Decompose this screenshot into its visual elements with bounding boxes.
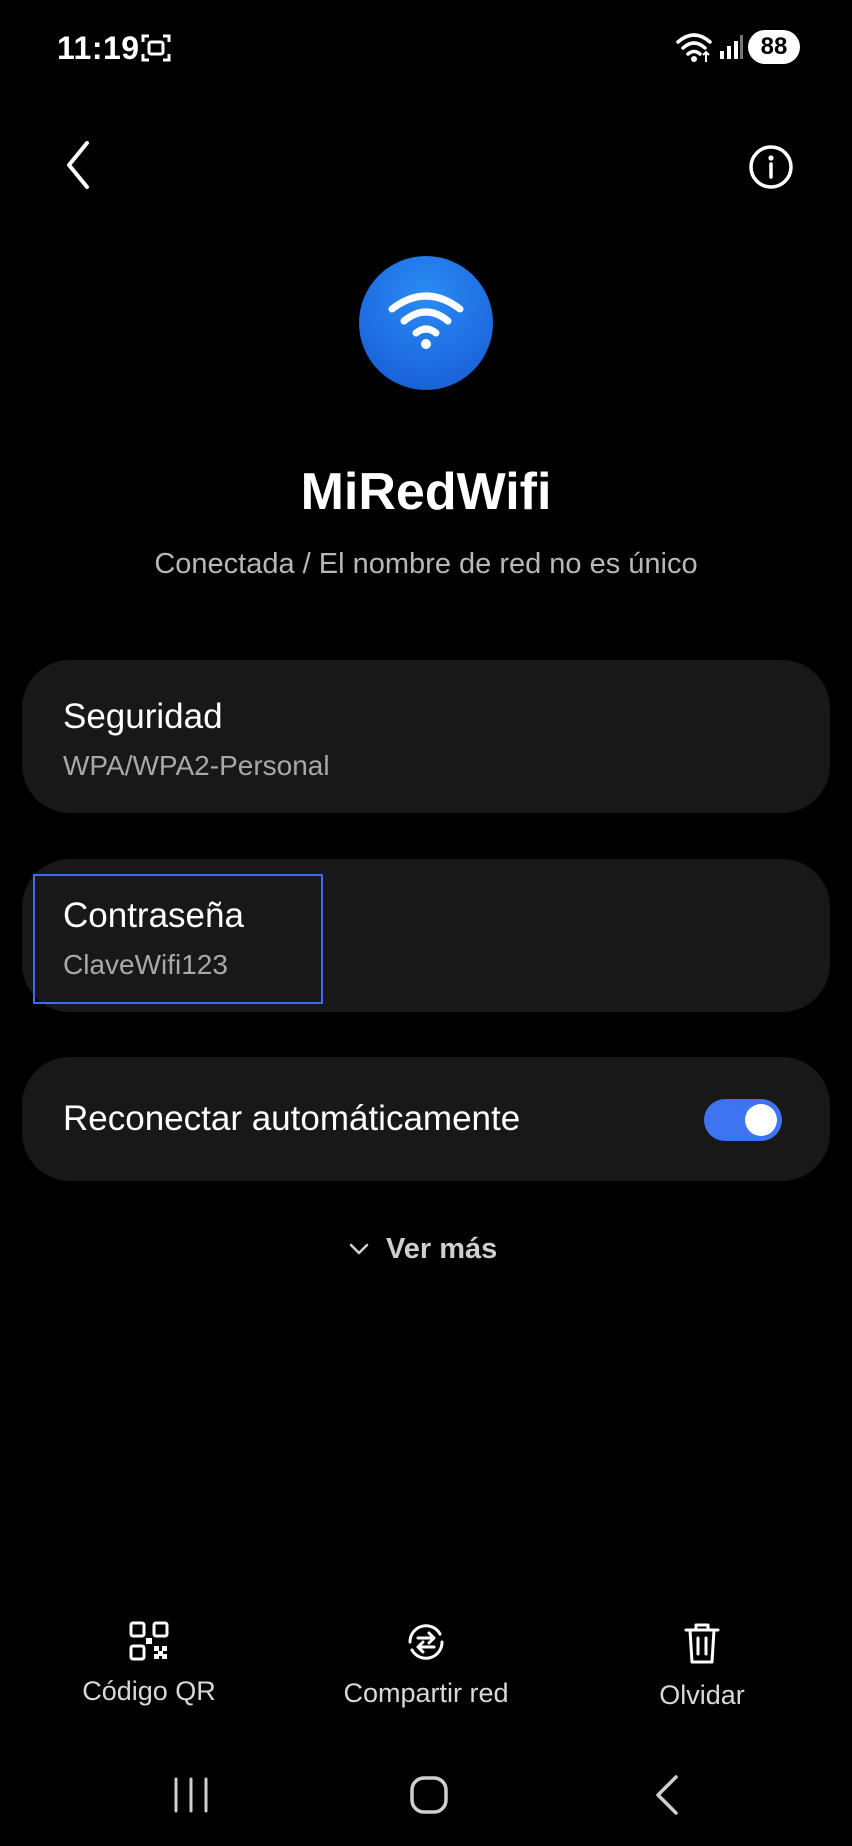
- status-bar: 11:19 88: [0, 0, 852, 96]
- password-title: Contraseña: [63, 896, 244, 935]
- chevron-left-icon: [67, 141, 89, 189]
- home-icon: [410, 1776, 448, 1814]
- back-icon: [656, 1775, 678, 1815]
- password-highlight-box: [33, 874, 323, 1004]
- forget-button[interactable]: Olvidar: [592, 1620, 812, 1711]
- network-wifi-icon: [359, 256, 493, 390]
- reconnect-card[interactable]: Reconectar automáticamente: [22, 1057, 830, 1181]
- qr-code-button[interactable]: Código QR: [39, 1620, 259, 1707]
- trash-icon: [684, 1623, 720, 1664]
- qr-code-icon: [129, 1621, 169, 1661]
- info-icon: [749, 145, 793, 189]
- forget-label: Olvidar: [659, 1680, 745, 1710]
- recent-apps-button[interactable]: [171, 1776, 211, 1819]
- share-network-icon: [408, 1624, 444, 1660]
- password-card[interactable]: Contraseña ClaveWifi123: [22, 859, 830, 1012]
- see-more-button[interactable]: Ver más: [348, 1229, 497, 1269]
- back-button[interactable]: [55, 135, 105, 195]
- share-network-label: Compartir red: [343, 1678, 509, 1708]
- chevron-down-icon: [349, 1243, 369, 1255]
- info-button[interactable]: [747, 143, 795, 191]
- status-time: 11:19: [57, 30, 140, 66]
- network-name: MiRedWifi: [300, 463, 552, 521]
- share-network-button[interactable]: Compartir red: [316, 1620, 536, 1709]
- battery-badge: 88: [748, 30, 800, 64]
- wifi-icon: [388, 292, 464, 349]
- network-status: Conectada / El nombre de red no es único: [154, 548, 698, 580]
- qr-code-label: Código QR: [82, 1676, 216, 1706]
- signal-icon: [718, 33, 744, 61]
- toggle-knob: [745, 1104, 777, 1136]
- navigation-bar: [0, 1760, 852, 1830]
- home-button[interactable]: [408, 1774, 450, 1821]
- security-card[interactable]: Seguridad WPA/WPA2-Personal: [22, 660, 830, 813]
- reconnect-toggle[interactable]: [704, 1099, 782, 1141]
- recent-apps-icon: [174, 1777, 208, 1813]
- system-back-button[interactable]: [652, 1772, 682, 1823]
- see-more-label: Ver más: [386, 1232, 498, 1265]
- security-value: WPA/WPA2-Personal: [63, 750, 330, 781]
- security-title: Seguridad: [63, 697, 223, 736]
- reconnect-title: Reconectar automáticamente: [63, 1099, 521, 1138]
- password-value: ClaveWifi123: [63, 949, 228, 980]
- wifi-status-icon: [675, 30, 713, 64]
- screenshot-icon: [140, 33, 172, 63]
